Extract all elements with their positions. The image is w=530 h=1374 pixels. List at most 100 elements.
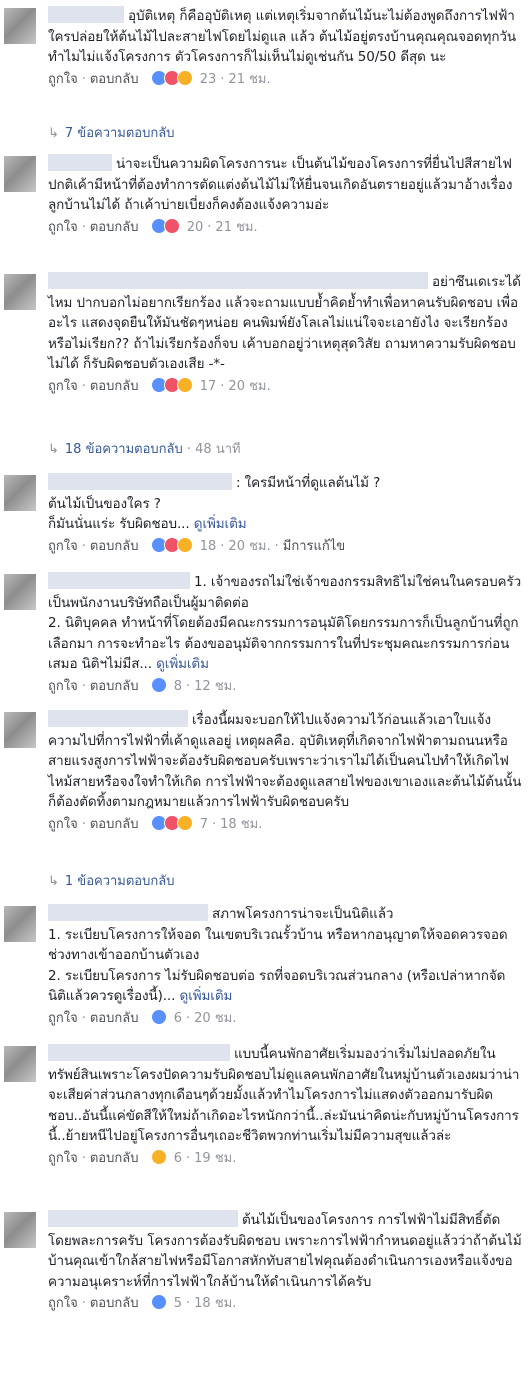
reply-button[interactable]: ตอบกลับ [90,379,139,394]
reaction-icons[interactable] [150,1148,167,1172]
love-reaction-icon [163,217,180,234]
reaction-count[interactable]: 17 [200,379,217,394]
see-more-link[interactable]: ดูเพิ่มเติม [194,516,247,532]
comment-actions: ถูกใจ · ตอบกลับ 20 · 21 ชม. [48,217,522,241]
reply-button[interactable]: ตอบกลับ [90,1296,139,1311]
comment-time[interactable]: 20 ชม. [228,539,270,554]
reaction-icons[interactable] [150,217,180,241]
comment-actions: ถูกใจ · ตอบกลับ 6 · 20 ชม. [48,1008,522,1032]
comment-text: ต้นไม้เป็นของโครงการ การไฟฟ้าไม่มีสิทธิ์… [48,1210,522,1290]
comment-time[interactable]: 21 ชม. [228,72,270,87]
view-replies-link[interactable]: ↳ 7 ข้อความตอบกลับ [48,124,174,144]
see-more-link[interactable]: ดูเพิ่มเติม [156,656,209,672]
comment-actions: ถูกใจ · ตอบกลับ 7 · 18 ชม. [48,814,522,838]
reaction-icons[interactable] [150,536,193,560]
like-button[interactable]: ถูกใจ [48,679,78,694]
reaction-count[interactable]: 8 [174,679,182,694]
reply-button[interactable]: ตอบกลับ [90,817,139,832]
like-button[interactable]: ถูกใจ [48,539,78,554]
like-button[interactable]: ถูกใจ [48,817,78,832]
like-button[interactable]: ถูกใจ [48,220,78,235]
like-button[interactable]: ถูกใจ [48,1011,78,1026]
reaction-count[interactable]: 6 [174,1151,182,1166]
haha-reaction-icon [176,536,193,553]
comment-time[interactable]: 21 ชม. [215,220,257,235]
reaction-count[interactable]: 7 [200,817,208,832]
comment-text: สภาพโครงการน่าจะเป็นนิติแล้ว 1. ระเบียบโ… [48,904,508,1004]
reply-button[interactable]: ตอบกลับ [90,220,139,235]
comment-text: อย่าซึนเดเระได้ไหม ปากบอกไม่อยากเรียกร้อ… [48,272,521,372]
reaction-count[interactable]: 20 [187,220,204,235]
avatar[interactable] [4,712,36,748]
comment-text: เรื่องนี้ผมจะบอกให้ไปแจ้งความไว้ก่อนแล้ว… [48,710,522,810]
commenter-name[interactable] [48,154,112,171]
reaction-icons[interactable] [150,676,167,700]
comment-time[interactable]: 18 ชม. [220,817,262,832]
comment-actions: ถูกใจ · ตอบกลับ 18 · 20 ชม. · มีการแก้ไข [48,536,522,560]
commenter-name[interactable] [48,1210,238,1227]
like-reaction-icon [150,676,167,693]
reaction-count[interactable]: 5 [174,1296,182,1311]
commenter-name[interactable] [48,572,190,589]
haha-reaction-icon [176,69,193,86]
like-button[interactable]: ถูกใจ [48,1151,78,1166]
avatar[interactable] [4,1212,36,1248]
commenter-name[interactable] [48,473,232,490]
avatar[interactable] [4,1046,36,1082]
like-reaction-icon [150,1294,167,1310]
reply-button[interactable]: ตอบกลับ [90,72,139,87]
comment-actions: ถูกใจ · ตอบกลับ 17 · 20 ชม. [48,376,522,400]
comment-text: อุบัติเหตุ ก็คืออุบัติเหตุ แต่เหตุเริ่มจ… [48,6,519,65]
reaction-icons[interactable] [150,1294,167,1317]
reaction-icons[interactable] [150,814,193,838]
like-button[interactable]: ถูกใจ [48,379,78,394]
comment-time[interactable]: 19 ชม. [194,1151,236,1166]
comment-time[interactable]: 18 ชม. [194,1296,236,1311]
reply-button[interactable]: ตอบกลับ [90,679,139,694]
commenter-name[interactable] [48,1044,230,1061]
avatar[interactable] [4,8,36,44]
reaction-count[interactable]: 6 [174,1011,182,1026]
haha-reaction-icon [150,1148,167,1165]
reply-button[interactable]: ตอบกลับ [90,1151,139,1166]
comment-text: 1. เจ้าของรถไม่ใช่เจ้าของกรรมสิทธิไม่ใช่… [48,572,522,672]
reply-arrow-icon: ↳ [48,442,59,457]
avatar[interactable] [4,475,36,511]
edited-label[interactable]: มีการแก้ไข [283,539,345,554]
reaction-icons[interactable] [150,376,193,400]
reaction-count[interactable]: 23 [200,72,217,87]
reply-arrow-icon: ↳ [48,126,59,141]
avatar[interactable] [4,274,36,310]
reply-button[interactable]: ตอบกลับ [90,1011,139,1026]
comment-text: แบบนี้คนพักอาศัยเริ่มมองว่าเริ่มไม่ปลอดภ… [48,1044,520,1144]
like-button[interactable]: ถูกใจ [48,72,78,87]
comment-actions: ถูกใจ · ตอบกลับ 6 · 19 ชม. [48,1148,522,1172]
comment-time[interactable]: 20 ชม. [228,379,270,394]
reaction-count[interactable]: 18 [200,539,217,554]
like-button[interactable]: ถูกใจ [48,1296,78,1311]
commenter-name[interactable] [48,6,124,23]
comment-text: : ใครมีหน้าที่ดูแลต้นไม้ ? ต้นไม้เป็นของ… [48,473,381,532]
avatar[interactable] [4,156,36,192]
like-reaction-icon [150,1008,167,1025]
reply-button[interactable]: ตอบกลับ [90,539,139,554]
comment-time[interactable]: 12 ชม. [194,679,236,694]
commenter-name[interactable] [48,710,188,727]
reaction-icons[interactable] [150,1008,167,1032]
comment-thread: อุบัติเหตุ ก็คืออุบัติเหตุ แต่เหตุเริ่มจ… [0,0,530,1374]
comment-actions: ถูกใจ · ตอบกลับ 5 · 18 ชม. [48,1294,522,1314]
comment-actions: ถูกใจ · ตอบกลับ 23 · 21 ชม. [48,69,522,93]
view-replies-link[interactable]: ↳ 18 ข้อความตอบกลับ · 48 นาที [48,440,241,460]
comment-actions: ถูกใจ · ตอบกลับ 8 · 12 ชม. [48,676,522,700]
reply-arrow-icon: ↳ [48,874,59,889]
view-replies-link[interactable]: ↳ 1 ข้อความตอบกลับ [48,872,174,892]
avatar[interactable] [4,906,36,942]
commenter-name[interactable] [48,272,428,289]
reaction-icons[interactable] [150,69,193,93]
avatar[interactable] [4,574,36,610]
commenter-name[interactable] [48,904,208,921]
haha-reaction-icon [176,376,193,393]
see-more-link[interactable]: ดูเพิ่มเติม [180,988,233,1004]
comment-text: น่าจะเป็นความผิดโครงการนะ เป็นต้นไม้ของโ… [48,154,517,213]
comment-time[interactable]: 20 ชม. [194,1011,236,1026]
